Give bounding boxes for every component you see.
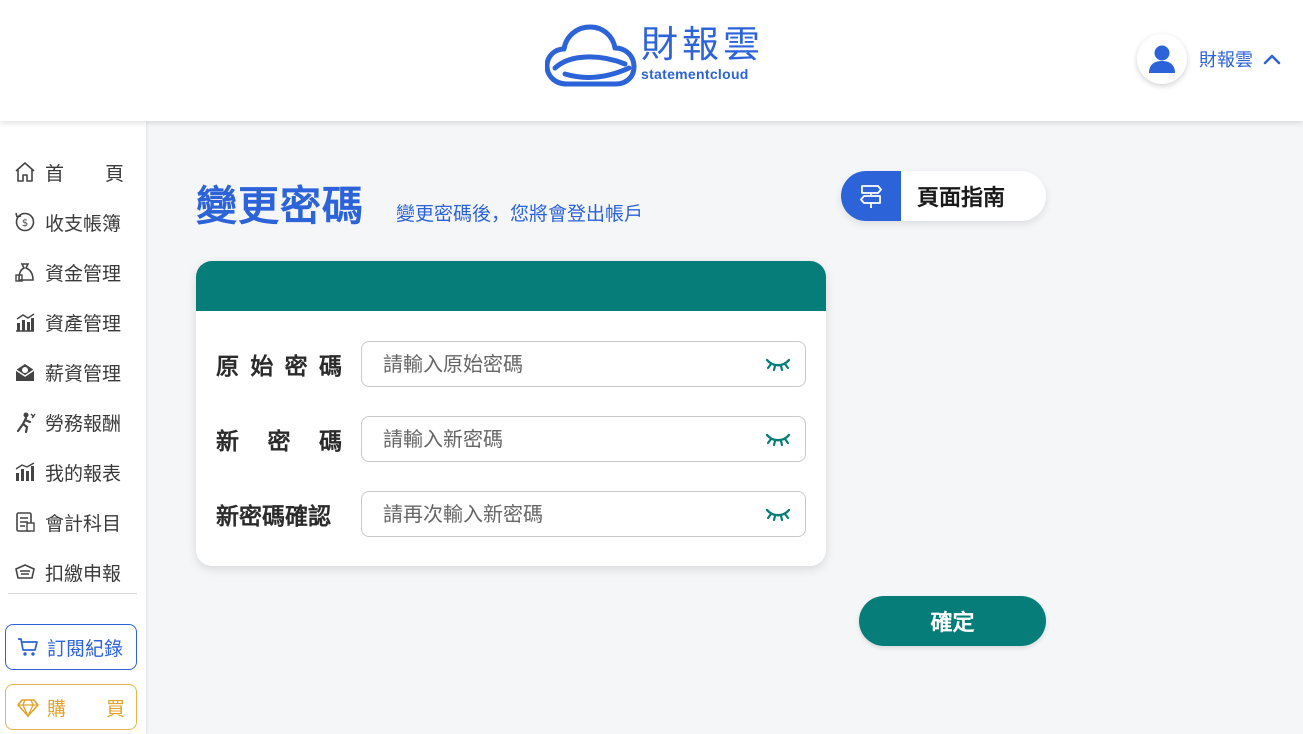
cart-icon <box>18 638 38 656</box>
logo-subtitle: statementcloud <box>641 66 749 82</box>
sidebar-item-salary-management[interactable]: 薪資管理 <box>14 357 134 387</box>
worker-icon <box>14 411 36 433</box>
guide-icon-wrap <box>841 171 901 221</box>
confirm-password-row: 新密碼確認 <box>196 491 826 537</box>
signpost-icon <box>860 185 882 208</box>
sidebar-item-accounting-subjects[interactable]: 會計科目 <box>14 507 134 537</box>
user-menu[interactable]: 財報雲 <box>1137 34 1281 84</box>
page-subtitle: 變更密碼後，您將會登出帳戶 <box>396 203 644 225</box>
confirm-password-label: 新密碼確認 <box>216 504 331 530</box>
original-password-row: 原始密碼 <box>196 341 826 387</box>
change-password-card: 原始密碼 新密碼 新密碼確認 <box>196 261 826 566</box>
confirm-password-field-wrap <box>361 491 806 537</box>
page-title: 變更密碼 <box>196 182 364 230</box>
sidebar-item-label: 勞務報酬 <box>45 412 122 435</box>
ledger-icon <box>14 511 36 533</box>
subscription-record-button[interactable]: 訂閱紀錄 <box>5 624 137 670</box>
sidebar-item-label: 薪資管理 <box>45 362 122 385</box>
sidebar-item-home[interactable]: 首頁 <box>14 157 134 187</box>
sidebar-item-label: 資產管理 <box>45 312 122 335</box>
new-password-field-wrap <box>361 416 806 462</box>
buy-label: 購買 <box>47 697 125 720</box>
page-guide-button[interactable]: 頁面指南 <box>841 171 1046 221</box>
chevron-up-icon[interactable] <box>1263 53 1281 65</box>
new-password-input[interactable] <box>383 427 753 451</box>
sidebar-item-income-expense[interactable]: $ 收支帳簿 <box>14 207 134 237</box>
new-password-row: 新密碼 <box>196 416 826 462</box>
user-name[interactable]: 財報雲 <box>1199 46 1253 72</box>
confirm-button[interactable]: 確定 <box>859 596 1046 646</box>
home-icon <box>14 161 36 183</box>
eye-closed-icon[interactable] <box>765 505 791 523</box>
bar-chart-icon <box>14 461 36 483</box>
sidebar-item-label: 收支帳簿 <box>45 212 122 235</box>
original-password-field-wrap <box>361 341 806 387</box>
sidebar-item-label: 會計科目 <box>45 512 122 535</box>
sidebar-item-fund-management[interactable]: 資金管理 <box>14 257 134 287</box>
eye-closed-icon[interactable] <box>765 430 791 448</box>
confirm-password-input[interactable] <box>383 502 753 526</box>
user-icon <box>1149 45 1175 73</box>
money-bag-icon <box>14 261 36 283</box>
sidebar-item-label: 我的報表 <box>45 462 122 485</box>
page-guide-label: 頁面指南 <box>917 186 1006 211</box>
logo[interactable]: 財報雲 statementcloud <box>545 24 764 94</box>
sidebar-item-label: 首頁 <box>45 162 124 185</box>
sidebar-item-withholding-filing[interactable]: 扣繳申報 <box>14 557 134 587</box>
tax-filing-icon <box>14 561 36 583</box>
svg-text:$: $ <box>22 218 28 229</box>
eye-closed-icon[interactable] <box>765 355 791 373</box>
card-header <box>196 261 826 311</box>
top-bar: 財報雲 statementcloud 財報雲 <box>0 0 1303 121</box>
avatar[interactable] <box>1137 34 1187 84</box>
sidebar-item-label: 資金管理 <box>45 262 122 285</box>
sidebar-divider <box>8 593 137 594</box>
sidebar-item-label: 扣繳申報 <box>45 562 122 585</box>
cloud-logo-icon <box>545 24 637 87</box>
salary-envelope-icon <box>14 361 36 383</box>
sidebar: 首頁 $ 收支帳簿 資金管理 資產管理 薪資管理 勞務報酬 我的報表 會計科目 … <box>0 121 146 734</box>
income-expense-icon: $ <box>14 211 36 233</box>
original-password-input[interactable] <box>383 352 753 376</box>
logo-title: 財報雲 <box>641 23 764 66</box>
sidebar-item-my-reports[interactable]: 我的報表 <box>14 457 134 487</box>
diamond-icon <box>17 699 39 718</box>
original-password-label: 原始密碼 <box>216 354 342 380</box>
subscription-record-label: 訂閱紀錄 <box>47 637 124 660</box>
new-password-label: 新密碼 <box>216 429 342 455</box>
buy-button[interactable]: 購買 <box>5 684 137 730</box>
sidebar-item-asset-management[interactable]: 資產管理 <box>14 307 134 337</box>
sidebar-item-labor-remuneration[interactable]: 勞務報酬 <box>14 407 134 437</box>
asset-chart-icon <box>14 311 36 333</box>
